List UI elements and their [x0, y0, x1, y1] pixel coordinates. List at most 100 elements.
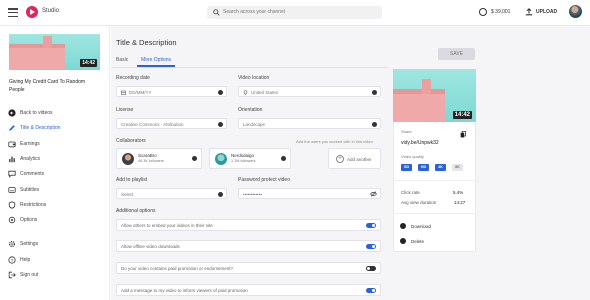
option-row: Allow offline video downloads	[116, 240, 381, 252]
sidebar-item-label: Earnings	[20, 141, 40, 147]
sidebar-item-options[interactable]: Options	[0, 213, 110, 227]
sidebar-item-label: Settings	[20, 241, 39, 247]
tab-divider	[111, 67, 388, 68]
delete-button[interactable]: Delete	[400, 236, 470, 246]
chevron-down-icon	[372, 121, 377, 127]
add-collaborator-button[interactable]: + Add another	[328, 148, 381, 169]
sidebar-item-label: Title & Description	[20, 125, 61, 131]
comment-icon	[8, 170, 16, 178]
eye-slash-icon[interactable]	[370, 191, 377, 197]
sidebar-item-sign-out[interactable]: Sign out	[0, 268, 110, 282]
orientation-label: Orientation	[238, 107, 263, 113]
add-collaborator-label: Add another	[347, 156, 372, 162]
search-input[interactable]: Search across your channel	[207, 6, 382, 19]
copy-icon[interactable]	[460, 131, 466, 138]
option-text: Allow offline video downloads	[121, 244, 180, 249]
active-tab-indicator	[137, 65, 175, 67]
wallet-icon	[8, 141, 16, 148]
sidebar-item-analytics[interactable]: Analytics	[0, 152, 110, 166]
sidebar-item-title-description[interactable]: Title & Description	[0, 121, 110, 135]
option-row: Do your video contains paid promotion or…	[116, 262, 381, 274]
video-duration: 14:42	[80, 59, 97, 67]
option-text: Add a message to my video to inform view…	[121, 288, 248, 293]
toggle-switch[interactable]	[366, 223, 376, 228]
trash-icon	[400, 238, 406, 244]
video-location-field[interactable]: United States	[238, 86, 381, 97]
video-duration: 14:42	[452, 111, 472, 119]
divider	[393, 180, 476, 181]
remove-collaborator-icon[interactable]	[281, 156, 286, 161]
arrow-left-icon	[8, 109, 16, 117]
avatar[interactable]	[569, 5, 582, 18]
svg-text:?: ?	[11, 258, 14, 264]
save-button[interactable]: SAVE	[438, 48, 475, 60]
sidebar-item-label: Comments	[20, 171, 45, 177]
sidebar-item-subtitles[interactable]: Subtitles	[0, 183, 110, 197]
subtitles-icon	[8, 187, 16, 193]
quality-sd-badge[interactable]: SD	[401, 164, 412, 171]
playlist-label: Add to playlist	[116, 177, 148, 183]
license-label: License	[116, 107, 134, 113]
collaborators-label: Collaborators	[116, 138, 146, 144]
sidebar-item-restrictions[interactable]: Restrictions	[0, 198, 110, 212]
calendar-icon	[121, 90, 126, 95]
avatar	[215, 153, 227, 165]
bar-chart-icon	[9, 156, 15, 163]
chevron-down-icon	[372, 89, 377, 95]
menu-icon[interactable]	[8, 8, 18, 18]
playlist-select[interactable]: Select	[116, 188, 227, 199]
additional-options-label: Additional options	[116, 208, 156, 214]
orientation-value: Landscape	[243, 121, 266, 127]
tab-more-options[interactable]: More Options	[141, 57, 171, 63]
option-row: Allow others to embed your videos in the…	[116, 219, 381, 231]
sidebar-item-back-to-videos[interactable]: Back to videos	[0, 106, 110, 120]
collaborator-followers: 1.1M followers	[231, 159, 256, 163]
toggle-switch[interactable]	[366, 266, 376, 271]
quality-4k-badge[interactable]: 4K	[435, 164, 446, 171]
quality-8k-badge[interactable]: 8K	[452, 164, 463, 171]
signout-icon	[8, 271, 16, 279]
upload-button[interactable]: UPLOAD	[536, 9, 557, 15]
password-input[interactable]: ••••••••••••	[238, 188, 381, 199]
sidebar-item-settings[interactable]: Settings	[0, 237, 110, 251]
video-thumbnail[interactable]: 14:42	[9, 34, 100, 70]
search-placeholder: Search across your channel	[223, 9, 285, 15]
video-location-placeholder: United States	[251, 89, 279, 95]
avg-duration-label: Avg view duration	[401, 200, 437, 205]
location-pin-icon	[243, 89, 248, 95]
quality-hd-badge[interactable]: HD	[418, 164, 429, 171]
click-rate-label: Click rate	[401, 190, 420, 195]
help-icon: ?	[8, 256, 16, 264]
collaborator-card[interactable]: ScaraBro 46.3K followers	[116, 148, 202, 169]
video-preview-thumbnail[interactable]: 14:42	[393, 69, 476, 122]
collaborator-followers: 46.3K followers	[138, 159, 164, 163]
collaborator-card[interactable]: Nerdsdaigo 1.1M followers	[209, 148, 291, 169]
orientation-select[interactable]: Landscape	[238, 118, 381, 129]
download-icon	[400, 223, 406, 229]
recording-date-field[interactable]: DD/MM/YY	[116, 86, 227, 97]
sidebar-item-comments[interactable]: Comments	[0, 167, 110, 181]
sidebar-item-label: Back to videos	[20, 110, 53, 116]
upload-icon[interactable]	[525, 8, 533, 16]
sidebar-item-label: Subtitles	[20, 187, 40, 193]
sidebar-item-label: Options	[20, 217, 38, 223]
license-select[interactable]: Creative Commons - Attribution	[116, 118, 227, 129]
license-value: Creative Commons - Attribution	[121, 121, 184, 127]
chevron-down-icon	[218, 191, 223, 197]
toggle-switch[interactable]	[366, 244, 376, 249]
video-quality-label: Video quality	[401, 154, 424, 159]
password-value: ••••••••••••	[243, 191, 262, 197]
sidebar-item-label: Help	[20, 257, 31, 263]
sidebar-item-earnings[interactable]: Earnings	[0, 137, 110, 151]
toggle-switch[interactable]	[366, 288, 376, 293]
remove-collaborator-icon[interactable]	[192, 156, 197, 161]
playlist-value: Select	[121, 191, 134, 197]
recording-date-label: Recording date	[116, 75, 150, 81]
brand-name: Studio	[42, 8, 60, 14]
pencil-icon	[9, 125, 15, 131]
logo-icon[interactable]	[26, 6, 38, 18]
sidebar-item-help[interactable]: ? Help	[0, 253, 110, 267]
tab-basic[interactable]: Basic	[116, 57, 128, 63]
share-link[interactable]: vidy.be/Unpwk32	[401, 140, 439, 146]
download-button[interactable]: Download	[400, 221, 470, 231]
